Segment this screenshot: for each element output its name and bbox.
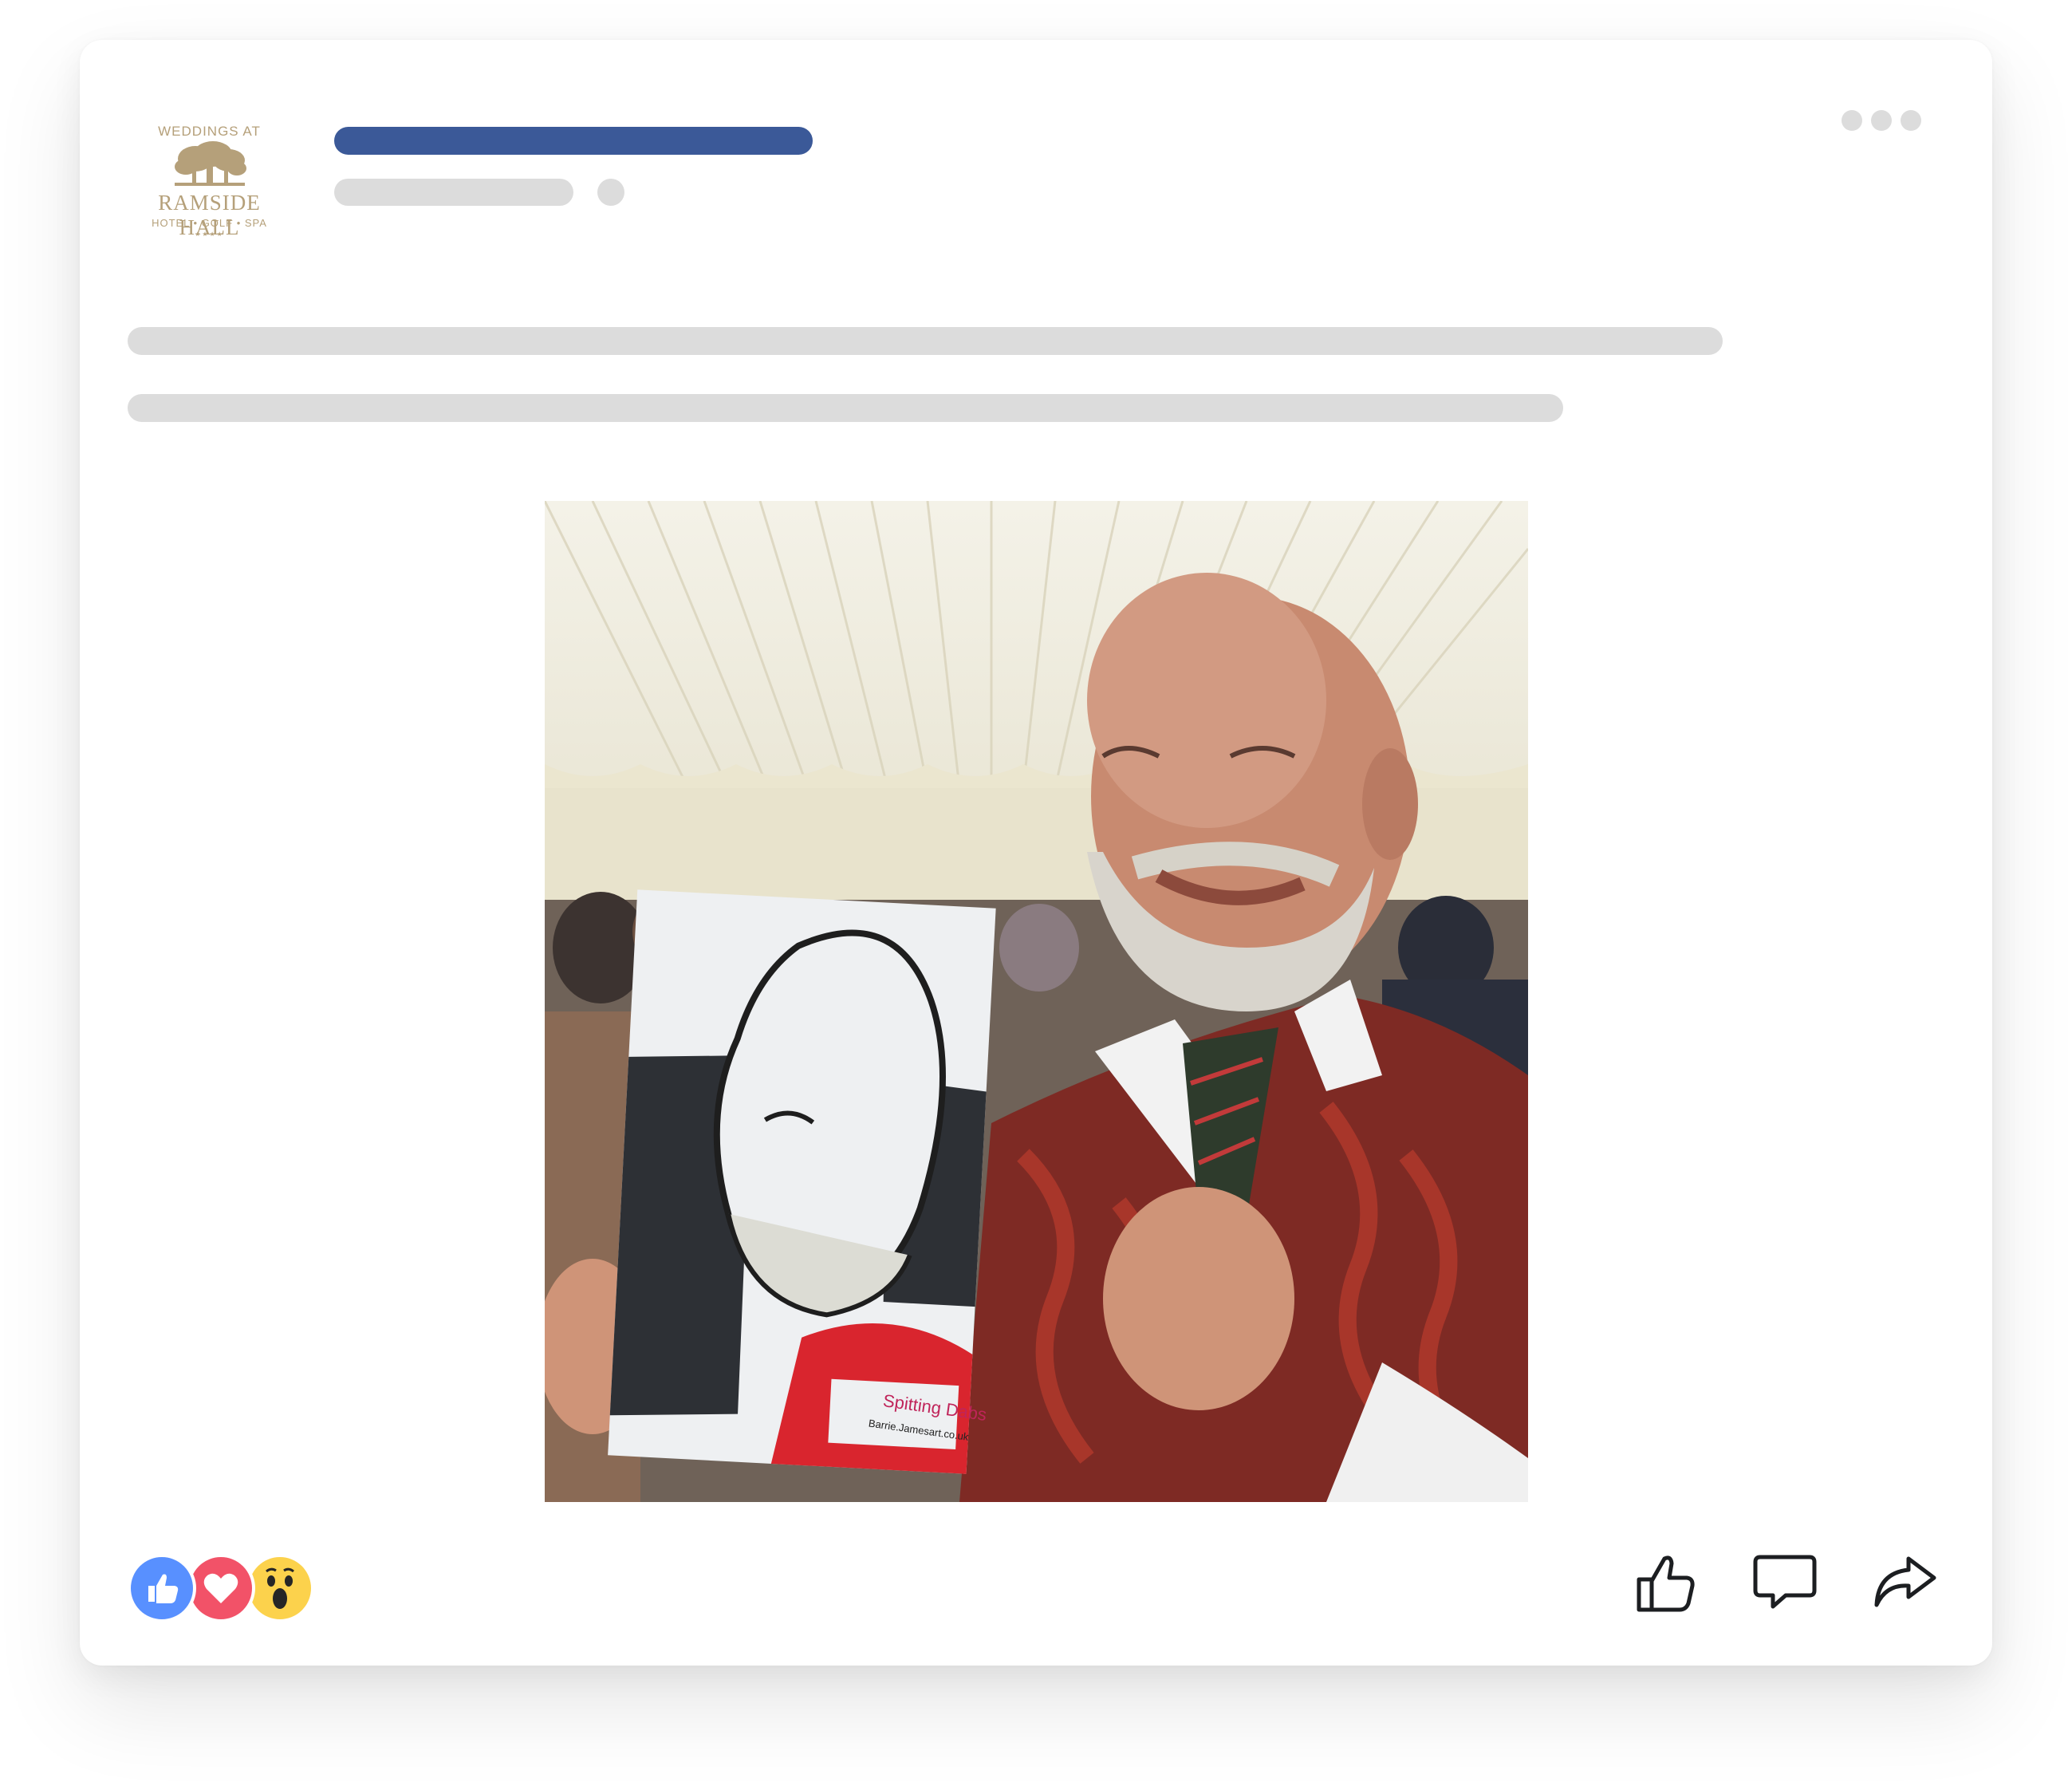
wow-reaction-icon [246,1554,314,1622]
post-time-placeholder [334,179,573,206]
more-dots-icon[interactable] [1842,110,1921,131]
comment-icon[interactable] [1749,1546,1821,1618]
post-card: WEDDINGS AT RAMSIDE HALL HOTEL • GOLF • … [80,40,1992,1666]
like-icon[interactable] [1631,1546,1703,1618]
post-text-line-2 [128,394,1563,422]
post-text-line-1 [128,327,1723,355]
page-name-placeholder[interactable] [334,127,813,155]
logo-line-weddings: WEDDINGS AT [158,124,261,139]
post-photo[interactable]: Spitting Dabs Barrie.Jamesart.co.uk [545,501,1528,1502]
share-icon[interactable] [1869,1546,1940,1618]
like-reaction-icon [128,1554,196,1622]
privacy-icon [597,179,624,206]
logo-stars: ★★★★ [195,231,224,238]
reactions-summary[interactable] [128,1554,314,1622]
tree-logo-icon [175,141,246,186]
love-reaction-icon [187,1554,255,1622]
page-logo[interactable]: WEDDINGS AT RAMSIDE HALL HOTEL • GOLF • … [128,124,291,267]
logo-line-hotel-golf-spa: HOTEL • GOLF • SPA [152,217,267,229]
